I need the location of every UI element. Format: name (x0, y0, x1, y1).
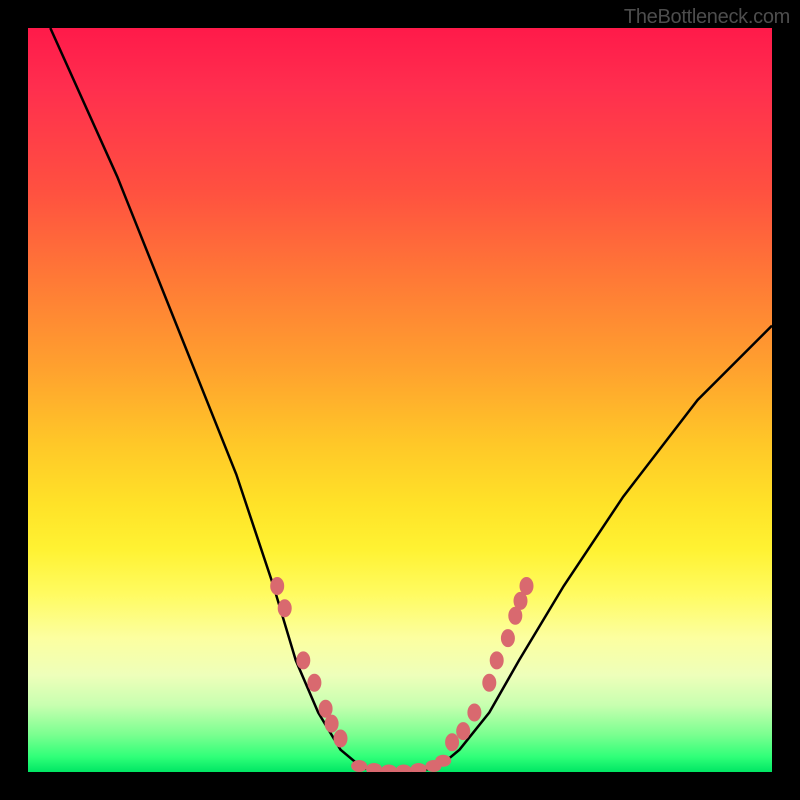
marker-dot (396, 765, 412, 773)
marker-dot (435, 755, 451, 767)
bottleneck-curve (50, 28, 772, 772)
marker-dot (520, 577, 534, 595)
marker-dot (490, 651, 504, 669)
left-markers (270, 577, 347, 748)
chart-container: TheBottleneck.com (0, 0, 800, 800)
marker-dot (307, 674, 321, 692)
curve-layer (28, 28, 772, 772)
marker-dot (381, 765, 397, 773)
marker-dot (366, 763, 382, 772)
bottom-markers (351, 755, 451, 772)
marker-dot (456, 722, 470, 740)
marker-dot (296, 651, 310, 669)
marker-dot (411, 763, 427, 772)
marker-dot (351, 760, 367, 772)
marker-dot (270, 577, 284, 595)
marker-dot (325, 715, 339, 733)
marker-dot (501, 629, 515, 647)
watermark-text: TheBottleneck.com (624, 6, 790, 29)
marker-dot (278, 599, 292, 617)
marker-dot (482, 674, 496, 692)
marker-dot (467, 704, 481, 722)
right-markers (445, 577, 533, 751)
marker-dot (334, 730, 348, 748)
plot-area (28, 28, 772, 772)
marker-dot (445, 733, 459, 751)
